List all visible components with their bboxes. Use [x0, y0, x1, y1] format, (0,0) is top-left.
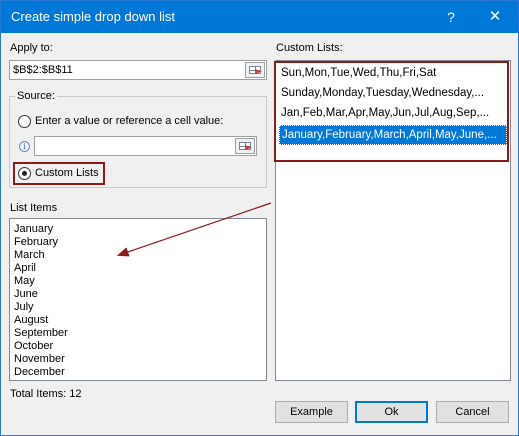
- custom-lists-radio[interactable]: [18, 167, 31, 180]
- apply-to-label: Apply to:: [10, 42, 53, 54]
- list-items-label: List Items: [10, 202, 58, 214]
- custom-lists-highlight-box: [274, 61, 509, 162]
- list-item: July: [14, 301, 34, 313]
- help-button[interactable]: ?: [429, 1, 473, 33]
- title-bar: Create simple drop down list ? ✕: [1, 1, 518, 33]
- apply-to-value: $B$2:$B$11: [13, 64, 73, 76]
- example-button[interactable]: Example: [275, 401, 348, 423]
- custom-lists-label: Custom Lists:: [276, 42, 343, 54]
- cancel-button[interactable]: Cancel: [436, 401, 509, 423]
- list-item: November: [14, 353, 65, 365]
- custom-lists-radio-label[interactable]: Custom Lists: [35, 167, 99, 179]
- ok-button[interactable]: Ok: [355, 401, 428, 423]
- list-item: December: [14, 366, 65, 378]
- value-reference-label[interactable]: Enter a value or reference a cell value:: [35, 115, 223, 127]
- list-items-box[interactable]: January February March April May June Ju…: [9, 218, 267, 381]
- close-button[interactable]: ✕: [473, 1, 517, 33]
- list-item: June: [14, 288, 38, 300]
- apply-to-field[interactable]: $B$2:$B$11: [9, 60, 267, 80]
- list-item: October: [14, 340, 54, 352]
- list-item: August: [14, 314, 49, 326]
- total-items-label: Total Items: 12: [10, 388, 82, 400]
- range-select-icon[interactable]: [245, 62, 265, 78]
- list-item: February: [14, 236, 59, 248]
- list-item: January: [14, 223, 54, 235]
- list-item: April: [14, 262, 37, 274]
- dialog-window: Create simple drop down list ? ✕ Apply t…: [0, 0, 519, 436]
- list-item: May: [14, 275, 35, 287]
- dialog-title: Create simple drop down list: [11, 9, 176, 24]
- source-value-field[interactable]: [34, 136, 257, 156]
- source-label: Source:: [15, 90, 57, 102]
- list-item: September: [14, 327, 68, 339]
- value-reference-radio[interactable]: [18, 115, 31, 128]
- source-range-select-icon[interactable]: [235, 138, 255, 154]
- info-icon: i: [19, 141, 30, 152]
- list-item: March: [14, 249, 45, 261]
